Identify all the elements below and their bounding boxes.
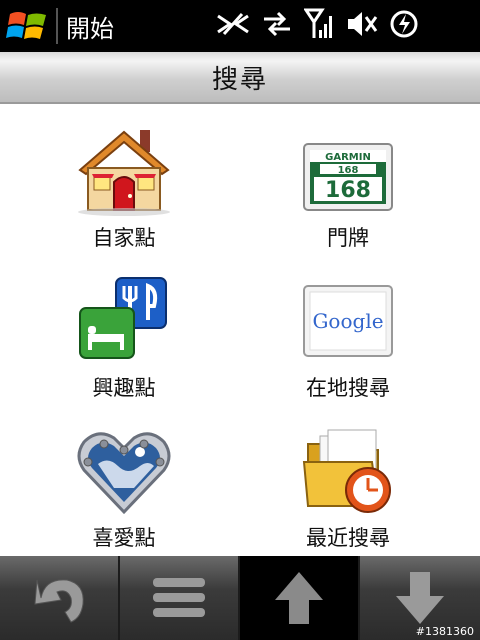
scroll-down-icon xyxy=(396,572,444,624)
page-title: 搜尋 xyxy=(211,64,268,95)
favorite-heart-icon xyxy=(77,432,171,515)
menu-icon xyxy=(153,578,205,617)
volume-mute-icon[interactable] xyxy=(346,9,378,39)
scroll-up-icon xyxy=(275,572,323,624)
poi-icon xyxy=(79,277,167,359)
favorites-label: 喜愛點 xyxy=(92,526,156,550)
badge-big-number: 168 xyxy=(325,178,371,203)
home-icon xyxy=(78,130,170,216)
address-label: 門牌 xyxy=(327,226,369,250)
transfer-arrows-icon[interactable] xyxy=(262,10,292,38)
bottom-toolbar xyxy=(0,556,480,640)
battery-charging-icon[interactable] xyxy=(390,9,420,39)
back-icon xyxy=(34,579,84,623)
recent-folder-icon xyxy=(302,429,391,513)
back-button[interactable] xyxy=(0,556,120,640)
poi-item[interactable]: 興趣點 xyxy=(24,254,224,404)
poi-label: 興趣點 xyxy=(92,376,156,400)
status-bar: 開始 xyxy=(0,0,480,52)
title-bar: 搜尋 xyxy=(0,52,480,104)
watermark-text: #1381360 xyxy=(415,625,474,638)
recent-search-item[interactable]: 最近搜尋 xyxy=(248,404,448,554)
address-sign-icon: GARMIN 168 168 xyxy=(303,143,393,211)
search-options-grid: 自家點 GARMIN 168 168 門牌 興趣點 Google 在地搜尋 喜愛… xyxy=(0,104,480,556)
signal-strength-icon[interactable] xyxy=(304,8,334,40)
badge-small-number: 168 xyxy=(338,165,359,176)
recent-search-label: 最近搜尋 xyxy=(306,526,390,550)
home-label: 自家點 xyxy=(92,226,156,250)
google-brand-text: Google xyxy=(312,309,383,333)
address-item[interactable]: GARMIN 168 168 門牌 xyxy=(248,104,448,254)
favorites-item[interactable]: 喜愛點 xyxy=(24,404,224,554)
local-search-label: 在地搜尋 xyxy=(306,376,390,400)
local-search-item[interactable]: Google 在地搜尋 xyxy=(248,254,448,404)
home-item[interactable]: 自家點 xyxy=(24,104,224,254)
data-sync-icon[interactable] xyxy=(216,10,250,38)
windows-logo[interactable] xyxy=(6,4,50,48)
scroll-up-button[interactable] xyxy=(240,556,360,640)
badge-brand-text: GARMIN xyxy=(325,152,371,163)
google-icon: Google xyxy=(303,285,393,357)
menu-button[interactable] xyxy=(120,556,240,640)
start-separator xyxy=(56,8,58,44)
start-label[interactable]: 開始 xyxy=(66,9,114,44)
